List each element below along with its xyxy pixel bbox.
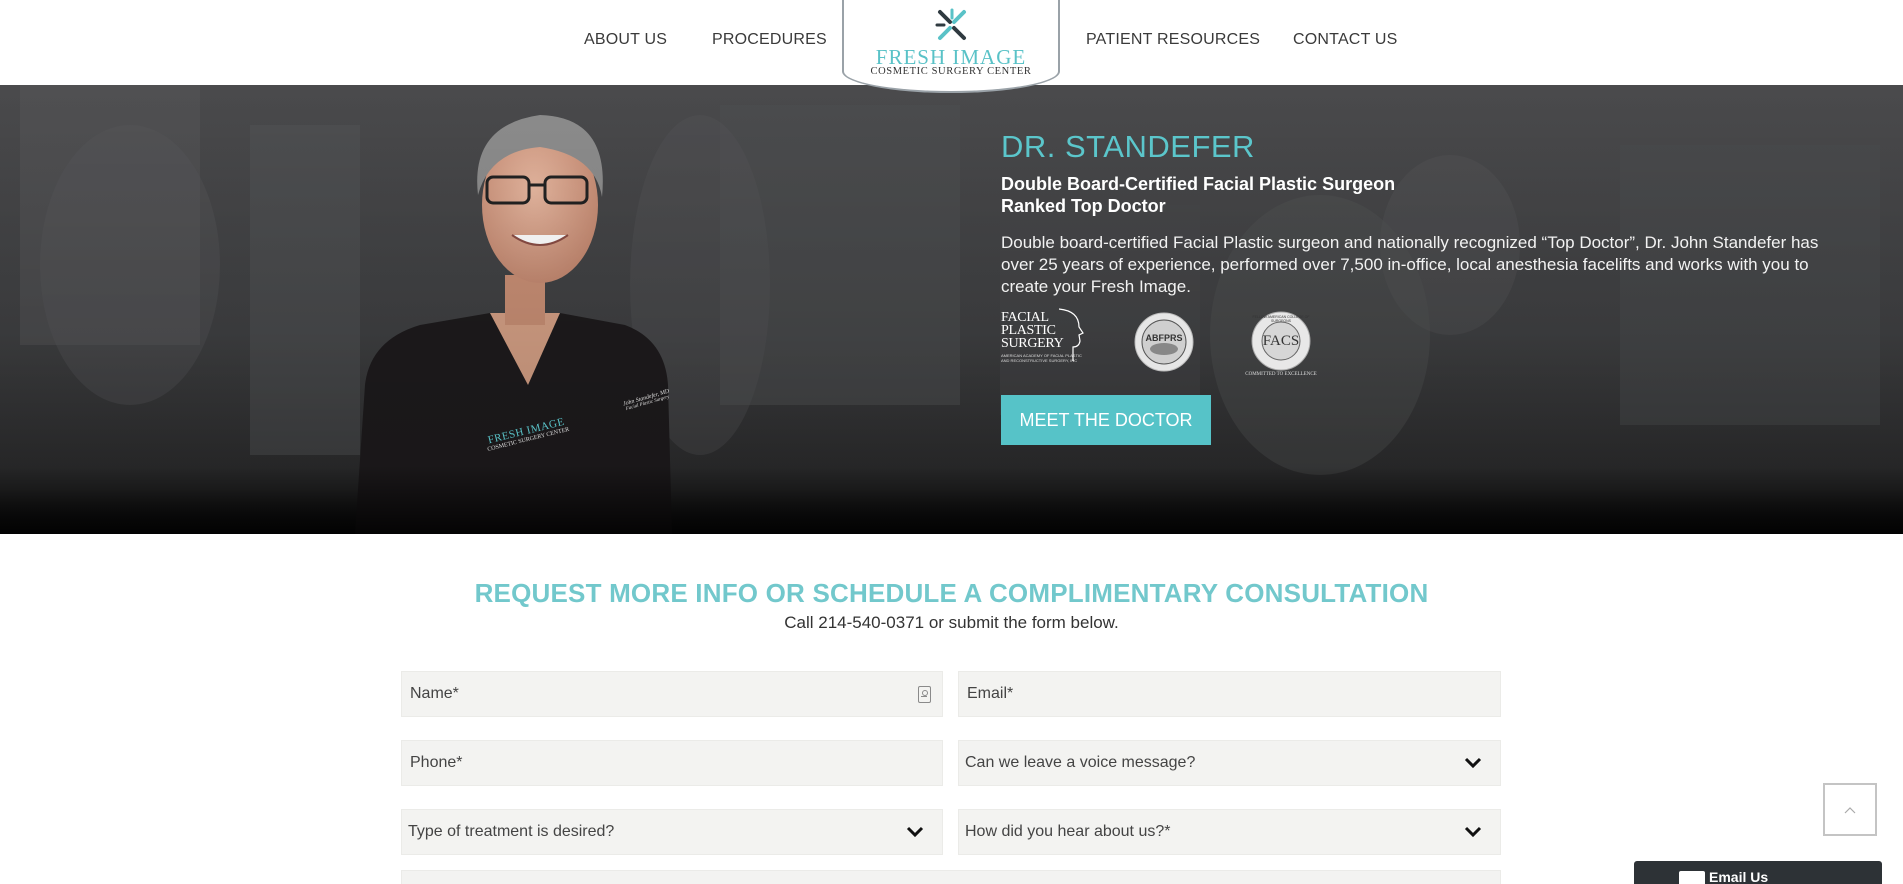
email-us-tab[interactable]: Email Us [1634, 861, 1882, 884]
logo-tagline: COSMETIC SURGERY CENTER [870, 66, 1032, 77]
facs-seal-caption: COMMITTED TO EXCELLENCE [1245, 372, 1317, 377]
chevron-up-icon [1844, 806, 1856, 813]
nav-patient-resources[interactable]: PATIENT RESOURCES [1086, 31, 1260, 49]
nav-about-us[interactable]: ABOUT US [584, 31, 667, 49]
nav-procedures[interactable]: PROCEDURES [712, 31, 827, 49]
logo-mark-icon [935, 8, 966, 40]
contact-card-icon [918, 686, 931, 703]
referral-source-select[interactable]: How did you hear about us?* [958, 809, 1501, 855]
nav-contact-us[interactable]: CONTACT US [1293, 31, 1398, 49]
hero-title: DR. STANDEFER [1001, 129, 1255, 164]
name-field-placeholder: Name* [410, 685, 459, 702]
treatment-type-select[interactable]: Type of treatment is desired? [401, 809, 943, 855]
email-field-placeholder: Email* [967, 685, 1014, 702]
hero-subtitle-certified: Double Board-Certified Facial Plastic Su… [1001, 174, 1396, 194]
hero-description: Double board-certified Facial Plastic su… [1001, 233, 1819, 296]
facs-seal-text: FACS [1262, 333, 1300, 349]
name-field[interactable]: Name* [401, 671, 943, 717]
chevron-down-icon [906, 826, 924, 838]
voice-message-select[interactable]: Can we leave a voice message? [958, 740, 1501, 786]
phone-field-placeholder: Phone* [410, 754, 463, 771]
abfprs-seal-text: ABFPRS [1145, 333, 1183, 343]
face-profile-icon [1058, 308, 1084, 361]
message-field[interactable] [401, 870, 1501, 884]
phone-field[interactable]: Phone* [401, 740, 943, 786]
hero-subtitle-ranked: Ranked Top Doctor [1001, 196, 1166, 216]
hero-banner: FRESH IMAGE COSMETIC SURGERY CENTER John… [0, 85, 1903, 534]
abfprs-seal: ABFPRS [1133, 311, 1195, 373]
consultation-subtitle: Call 214-540-0371 or submit the form bel… [784, 613, 1119, 632]
referral-source-select-value: How did you hear about us?* [965, 823, 1171, 840]
consultation-title: REQUEST MORE INFO OR SCHEDULE A COMPLIME… [474, 578, 1429, 608]
envelope-icon [1679, 871, 1705, 884]
site-logo[interactable]: FRESH IMAGE COSMETIC SURGERY CENTER [842, 0, 1060, 93]
chevron-down-icon [1464, 826, 1482, 838]
facs-seal-ring: FELLOW AMERICAN COLLEGE OF SURGEONS [1252, 315, 1310, 323]
email-us-label: Email Us [1709, 869, 1769, 884]
treatment-type-select-value: Type of treatment is desired? [408, 823, 615, 840]
chevron-down-icon [1464, 757, 1482, 769]
facs-seal: FELLOW AMERICAN COLLEGE OF SURGEONS FACS… [1238, 311, 1324, 377]
back-to-top-button[interactable] [1823, 783, 1877, 836]
meet-the-doctor-button[interactable]: MEET THE DOCTOR [1001, 395, 1211, 445]
email-field[interactable]: Email* [958, 671, 1501, 717]
aafprs-badge: FACIAL PLASTIC SURGERY AMERICAN ACADEMY … [1001, 308, 1096, 373]
hero-background-image [0, 85, 1903, 534]
voice-message-select-value: Can we leave a voice message? [965, 754, 1196, 771]
